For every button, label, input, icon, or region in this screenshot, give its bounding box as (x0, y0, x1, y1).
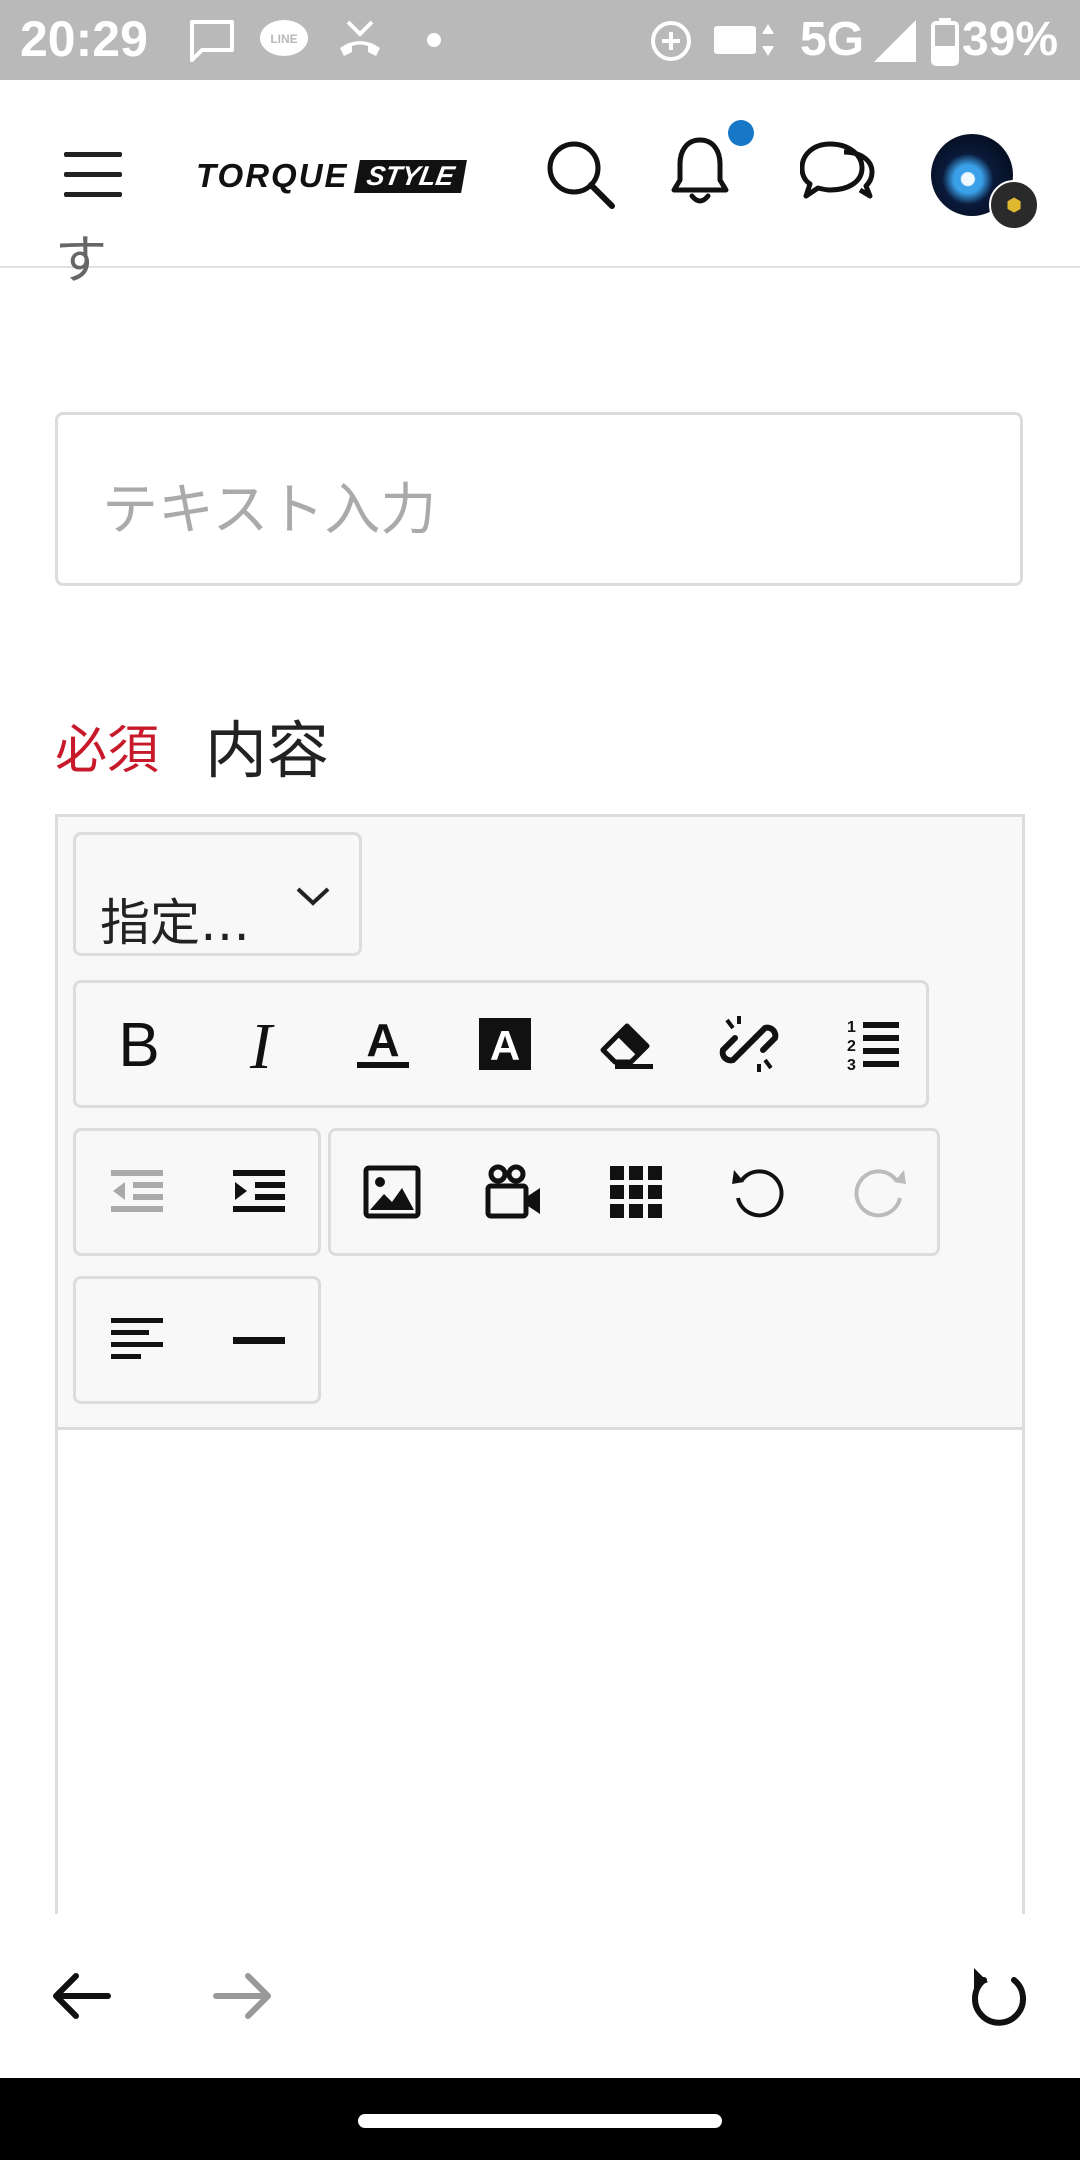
insert-group (328, 1128, 940, 1256)
svg-text:A: A (490, 1022, 520, 1069)
table-icon (610, 1166, 662, 1218)
eraser-button[interactable] (566, 983, 688, 1105)
sim-icon (714, 24, 774, 56)
refresh-icon[interactable] (968, 1964, 1030, 2028)
text-input[interactable]: テキスト入力 (55, 412, 1023, 586)
site-header: TORQUE STYLE (0, 80, 1080, 268)
svg-text:A: A (366, 1014, 399, 1066)
svg-text:I: I (249, 1014, 275, 1074)
background-color-button[interactable]: A (444, 983, 566, 1105)
indent-group (73, 1128, 321, 1256)
status-time: 20:29 (20, 11, 148, 67)
table-button[interactable] (575, 1131, 697, 1253)
bell-icon[interactable] (668, 134, 732, 210)
rich-text-editor: 指定… B I A A 1 2 3 (55, 814, 1025, 1914)
ordered-list-button[interactable]: 1 2 3 (810, 983, 932, 1105)
search-icon[interactable] (544, 138, 616, 210)
format-select[interactable]: 指定… (73, 832, 362, 956)
font-color-button[interactable]: A (322, 983, 444, 1105)
indent-button[interactable] (198, 1131, 320, 1253)
background-color-icon: A (479, 1018, 531, 1070)
chat-icon[interactable] (800, 138, 876, 206)
redo-button[interactable] (819, 1131, 941, 1253)
text-style-group: B I A A 1 2 3 (73, 980, 929, 1108)
undo-button[interactable] (697, 1131, 819, 1253)
editor-content-area[interactable] (58, 1430, 1022, 1910)
horizontal-rule-icon (233, 1337, 285, 1344)
svg-text:2: 2 (847, 1038, 856, 1055)
bold-button[interactable]: B (78, 983, 200, 1105)
message-icon (190, 20, 234, 62)
logo-text: TORQUE (196, 157, 349, 194)
dot-icon (427, 33, 441, 47)
browser-bottom-bar (0, 1914, 1080, 2078)
unlink-button[interactable] (688, 983, 810, 1105)
redo-icon (854, 1169, 906, 1218)
field-label-row: 必須 内容 (55, 700, 329, 790)
field-label: 内容 (205, 714, 330, 787)
paragraph-group (73, 1276, 321, 1404)
forward-arrow-icon[interactable] (212, 1970, 274, 2022)
home-gesture-bar[interactable] (358, 2114, 722, 2128)
italic-button[interactable]: I (200, 983, 322, 1105)
notification-badge (728, 120, 754, 146)
unlink-icon (719, 1016, 779, 1072)
menu-icon[interactable] (64, 152, 122, 198)
svg-text:B: B (118, 1014, 159, 1074)
battery-icon (931, 18, 959, 66)
align-left-icon (111, 1318, 163, 1359)
line-icon: LINE (260, 20, 308, 56)
chevron-down-icon (296, 887, 330, 906)
format-select-value: 指定… (100, 894, 250, 952)
eraser-icon (600, 1023, 653, 1069)
logo-badge: STYLE (353, 159, 467, 193)
video-icon (485, 1164, 540, 1219)
outdent-button[interactable] (76, 1131, 198, 1253)
missed-call-icon (340, 20, 380, 56)
avatar-badge-icon: ⬢ (989, 180, 1039, 230)
undo-icon (732, 1169, 784, 1218)
bold-icon: B (118, 1014, 159, 1074)
status-bar: 20:29 LINE 5G 39% (0, 0, 1080, 80)
signal-icon (874, 20, 916, 62)
required-badge: 必須 (55, 720, 160, 781)
indent-icon (233, 1170, 285, 1212)
editor-toolbar: 指定… B I A A 1 2 3 (58, 817, 1022, 1430)
image-button[interactable] (331, 1131, 453, 1253)
image-icon (363, 1165, 421, 1219)
helper-text: す (55, 231, 108, 291)
battery-level: 39% (962, 13, 1059, 66)
site-logo[interactable]: TORQUE STYLE (196, 154, 467, 198)
svg-text:3: 3 (847, 1057, 856, 1074)
font-color-icon: A (357, 1014, 409, 1068)
ordered-list-icon: 1 2 3 (847, 1019, 899, 1074)
italic-icon: I (249, 1014, 275, 1074)
outdent-icon (111, 1170, 163, 1212)
svg-text:LINE: LINE (270, 32, 297, 46)
horizontal-rule-button[interactable] (198, 1279, 320, 1401)
data-saver-icon (651, 21, 691, 61)
network-type: 5G (800, 13, 865, 66)
align-left-button[interactable] (76, 1279, 198, 1401)
back-arrow-icon[interactable] (50, 1970, 112, 2022)
video-button[interactable] (453, 1131, 575, 1253)
svg-text:1: 1 (847, 1019, 856, 1036)
